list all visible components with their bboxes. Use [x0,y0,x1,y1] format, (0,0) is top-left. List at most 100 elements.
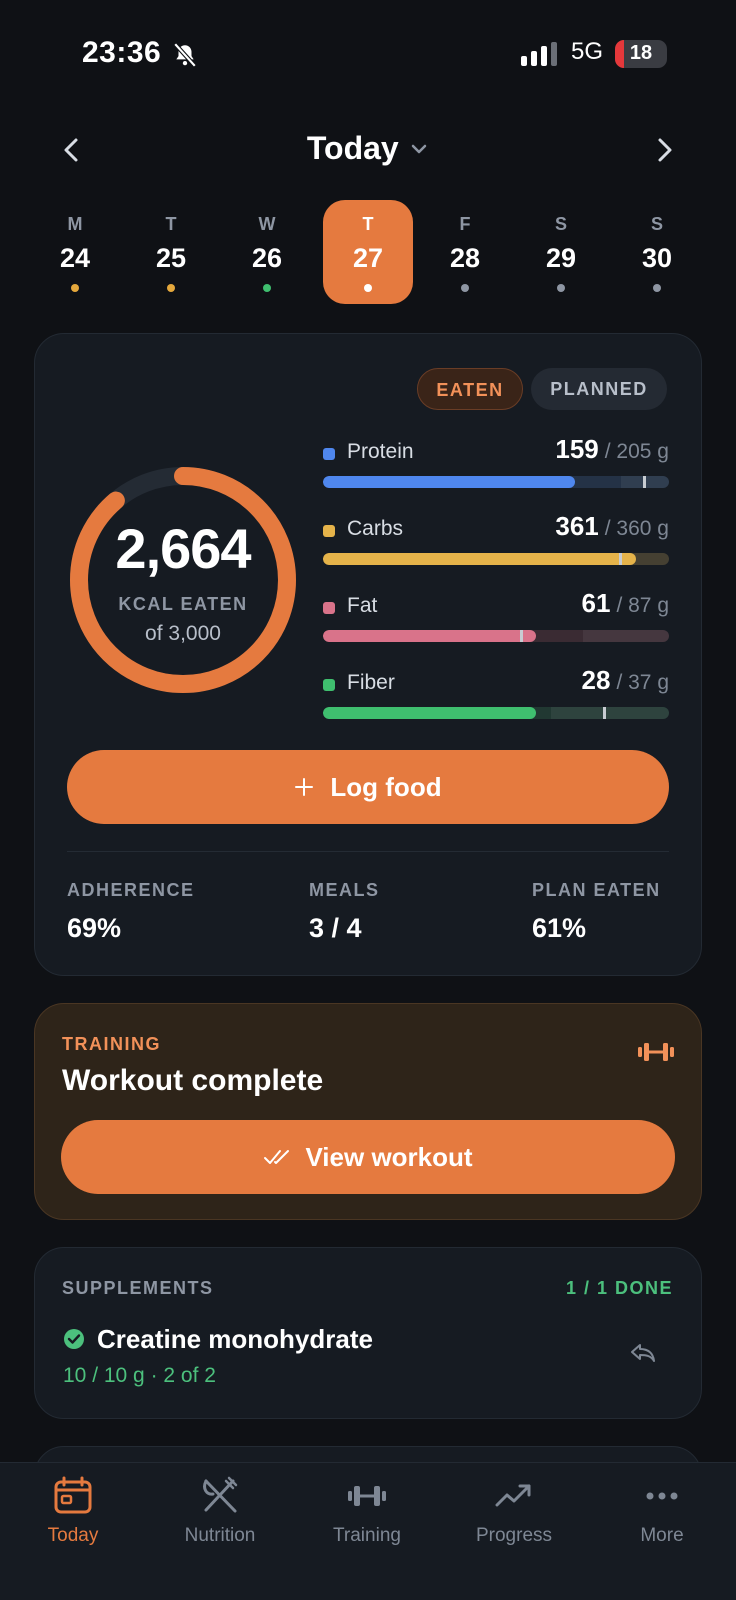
day-wednesday[interactable]: W 26 [222,200,312,304]
day-status-dot [167,284,175,292]
day-saturday[interactable]: S 29 [516,200,606,304]
macro-target: / 205 g [604,440,669,463]
fork-knife-icon [203,1476,238,1513]
macro-fill [323,553,637,565]
day-friday[interactable]: F 28 [420,200,510,304]
today-screen: 23:36 5G 18 Today M 24 T 25 W 26 T 27 F … [0,0,736,1600]
day-number: 26 [251,243,283,273]
day-status-dot [653,284,661,292]
day-letter: S [554,214,567,234]
macro-color-dot [323,679,335,691]
day-thursday-selected[interactable]: T 27 [323,200,413,304]
macro-name: Fiber [347,671,395,694]
eaten-planned-toggle: EATEN PLANNED [417,368,667,410]
supplements-eyebrow: SUPPLEMENTS [62,1278,214,1298]
kcal-label: KCAL EATEN [118,594,248,614]
day-number: 30 [641,243,673,273]
log-food-label: Log food [330,772,442,802]
stat-adherence: ADHERENCE 69% [67,880,195,944]
macro-plan-segment [551,707,669,719]
nav-today[interactable]: Today [8,1475,138,1565]
macro-color-dot [323,602,335,614]
macro-target-tick [520,630,524,642]
next-day-button[interactable] [644,130,684,170]
date-header: Today [0,120,736,180]
nav-progress[interactable]: Progress [449,1475,579,1565]
supplement-name: Creatine monohydrate [97,1324,373,1354]
calendar-icon [54,1476,92,1514]
training-card[interactable]: TRAINING Workout complete View workout [34,1003,702,1220]
signal-icon [521,42,557,66]
day-status-dot [71,284,79,292]
nav-more[interactable]: More [597,1475,727,1565]
macro-name: Carbs [347,517,404,540]
kcal-value: 2,664 [115,517,251,580]
macro-fill [323,476,575,488]
day-letter: S [650,214,663,234]
check-circle-icon [64,1329,84,1349]
stat-value: 61% [532,913,587,943]
toggle-eaten[interactable]: EATEN [417,368,523,410]
nav-label: Nutrition [184,1525,256,1546]
macro-name: Fat [347,594,378,617]
supplements-card: SUPPLEMENTS 1 / 1 DONE Creatine monohydr… [34,1247,702,1419]
macro-values: 61/ 87 g [582,588,669,619]
log-food-button[interactable]: Log food [67,750,669,824]
week-strip: M 24 T 25 W 26 T 27 F 28 S 29 S 30 [30,198,706,308]
battery-indicator: 18 [615,40,667,68]
day-tuesday[interactable]: T 25 [126,200,216,304]
date-selector[interactable]: Today [0,130,736,167]
training-eyebrow: TRAINING [62,1034,161,1054]
bell-muted-icon [173,42,197,68]
macro-target-tick [603,707,607,719]
double-check-icon [264,1150,290,1164]
macro-fat: Fat 61/ 87 g [323,588,669,648]
day-status-dot [461,284,469,292]
dumbbell-icon [348,1486,386,1506]
macro-value: 28 [581,665,611,695]
nav-label: More [640,1525,684,1546]
stat-label: PLAN EATEN [532,880,661,900]
view-workout-button[interactable]: View workout [61,1120,675,1194]
day-status-dot [557,284,565,292]
day-letter: T [165,214,177,234]
macro-value: 61 [581,588,611,618]
macro-progress-bar [323,630,669,642]
macro-progress-bar [323,476,669,488]
macro-color-dot [323,525,335,537]
day-letter: M [67,214,83,234]
macro-target: / 87 g [616,594,669,617]
trend-up-icon [495,1484,531,1507]
macro-color-dot [323,448,335,460]
day-number: 28 [449,243,481,273]
date-title: Today [306,130,399,166]
macro-target-tick [643,476,647,488]
day-letter: W [258,214,276,234]
macro-plan-segment [582,630,669,642]
toggle-planned[interactable]: PLANNED [531,368,667,410]
macro-target-tick [618,553,622,565]
bottom-nav: Today Nutrition Training Progress More [0,1462,736,1600]
dumbbell-icon [638,1043,674,1061]
day-letter: F [459,214,471,234]
chevron-down-icon [411,144,427,153]
macro-fill [323,630,536,642]
nav-nutrition[interactable]: Nutrition [155,1475,285,1565]
status-bar: 23:36 5G 18 [0,0,736,110]
nutrition-summary-card: EATEN PLANNED 2,664 KCAL EATEN of 3,000 … [34,333,702,976]
macro-fill [323,707,536,719]
macro-values: 159/ 205 g [555,434,669,465]
macro-values: 361/ 360 g [555,511,669,542]
nav-training[interactable]: Training [302,1475,432,1565]
training-title: Workout complete [62,1064,324,1097]
stat-plan-eaten: PLAN EATEN 61% [532,880,661,944]
macro-target: / 37 g [616,671,669,694]
macro-name: Protein [347,440,414,463]
divider [67,851,669,852]
stat-label: ADHERENCE [67,880,195,900]
day-sunday[interactable]: S 30 [612,200,702,304]
calorie-ring: 2,664 KCAL EATEN of 3,000 [67,464,299,696]
undo-icon[interactable] [629,1340,657,1364]
macro-value: 361 [555,511,599,541]
day-monday[interactable]: M 24 [30,200,120,304]
